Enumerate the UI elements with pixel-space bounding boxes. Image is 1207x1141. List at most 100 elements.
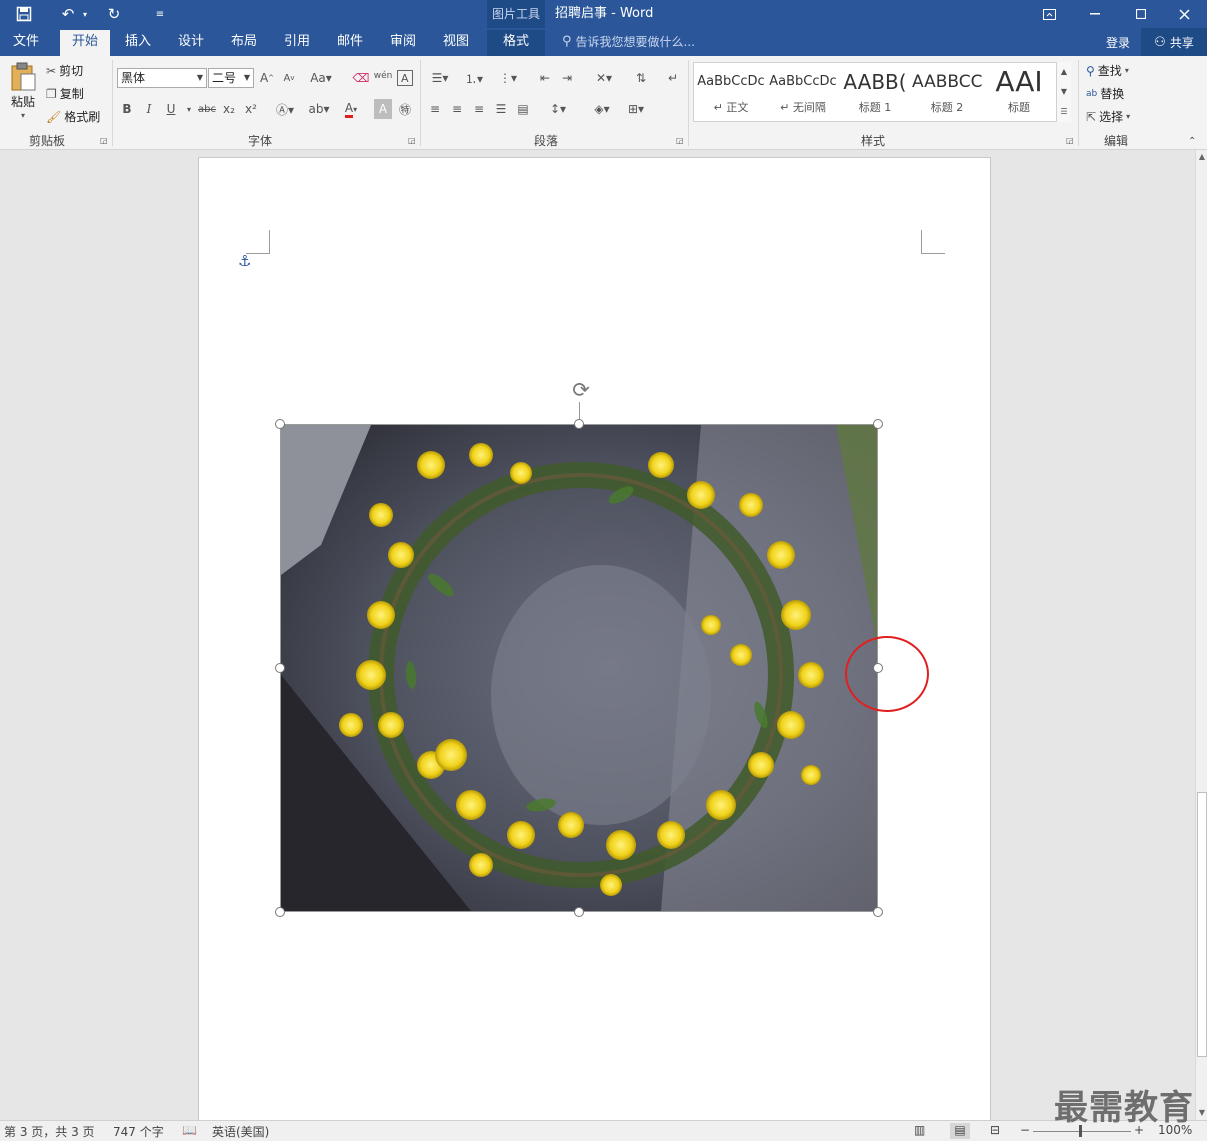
tab-mailings[interactable]: 邮件 [326,30,374,56]
ribbon-display-icon[interactable] [1026,0,1072,28]
zoom-slider[interactable] [1033,1131,1131,1132]
save-icon[interactable] [12,4,36,24]
resize-handle-top-left[interactable] [275,419,285,429]
tell-me-box[interactable]: ⚲ 告诉我您想要做什么... [562,33,695,50]
sign-in-link[interactable]: 登录 [1106,34,1130,51]
superscript-button[interactable]: x² [242,99,260,119]
close-icon[interactable] [1161,0,1207,28]
tab-picture-format[interactable]: 格式 [487,30,545,56]
maximize-icon[interactable] [1118,0,1164,28]
chevron-down-icon[interactable]: ▼ [1057,82,1071,102]
style-no-spacing[interactable]: AaBbCcDc ↵ 无间隔 [768,65,838,119]
dialog-launcher-icon[interactable]: ◲ [408,136,416,145]
shading-icon[interactable]: ◈▾ [588,99,616,119]
change-case-icon[interactable]: Aa▾ [308,68,334,88]
scrollbar-thumb[interactable] [1197,792,1207,1057]
chevron-up-icon[interactable]: ▲ [1057,62,1071,82]
align-left-icon[interactable]: ≡ [426,99,444,119]
line-spacing-icon[interactable]: ↕▾ [544,99,572,119]
resize-handle-top-right[interactable] [873,419,883,429]
dialog-launcher-icon[interactable]: ◲ [1066,136,1074,145]
distribute-icon[interactable]: ▤ [514,99,532,119]
style-normal[interactable]: AaBbCcDc ↵ 正文 [696,65,766,119]
resize-handle-bottom-right[interactable] [873,907,883,917]
tab-insert[interactable]: 插入 [114,30,162,56]
tab-file[interactable]: 文件 [2,30,50,56]
tab-home[interactable]: 开始 [60,30,110,56]
paste-dropdown-icon[interactable]: ▾ [21,111,25,120]
enclose-characters-icon[interactable]: ㊕ [396,99,414,119]
customize-icon[interactable]: ≡ [150,4,170,24]
vertical-scrollbar[interactable]: ▲ ▼ [1195,150,1207,1120]
decrease-indent-icon[interactable]: ⇤ [536,68,554,88]
selected-picture[interactable] [280,424,878,912]
font-name-select[interactable]: 黑体 ▼ [117,68,207,88]
undo-icon[interactable]: ↶ [56,4,80,24]
tab-view[interactable]: 视图 [432,30,480,56]
font-size-select[interactable]: 二号 ▼ [208,68,254,88]
sort-icon[interactable]: ⇅ [632,68,650,88]
subscript-button[interactable]: x₂ [220,99,238,119]
print-layout-icon[interactable]: ▤ [950,1123,970,1139]
align-right-icon[interactable]: ≡ [470,99,488,119]
collapse-ribbon-icon[interactable]: ⌃ [1188,136,1196,147]
share-button[interactable]: ⚇ 共享 [1141,28,1207,56]
redo-icon[interactable]: ↻ [102,4,126,24]
replace-button[interactable]: ab 替换 [1086,85,1124,102]
bullets-icon[interactable]: ☰▾ [426,68,454,88]
paste-button[interactable]: 粘贴 ▾ [6,62,40,120]
highlight-color-icon[interactable]: ab▾ [306,99,332,119]
tab-references[interactable]: 引用 [273,30,321,56]
justify-icon[interactable]: ☰ [492,99,510,119]
style-heading-1[interactable]: AABB( 标题 1 [840,65,910,119]
increase-indent-icon[interactable]: ⇥ [558,68,576,88]
clear-formatting-icon[interactable]: ⌫ [352,68,370,88]
underline-button[interactable]: U [162,99,180,119]
align-center-icon[interactable]: ≡ [448,99,466,119]
dialog-launcher-icon[interactable]: ◲ [676,136,684,145]
copy-button[interactable]: ❐ 复制 [46,85,84,102]
select-button[interactable]: ⇱ 选择 ▾ [1086,108,1130,125]
multilevel-list-icon[interactable]: ⋮▾ [494,68,522,88]
resize-handle-bottom-left[interactable] [275,907,285,917]
character-border-icon[interactable]: A [396,68,414,88]
grow-font-icon[interactable]: A ^ [258,68,276,88]
zoom-out-icon[interactable]: − [1020,1123,1030,1137]
cut-button[interactable]: ✂ 剪切 [46,62,83,79]
find-button[interactable]: ⚲ 查找 ▾ [1086,62,1129,79]
strikethrough-button[interactable]: abc [196,99,218,119]
tab-layout[interactable]: 布局 [220,30,268,56]
italic-button[interactable]: I [140,99,158,119]
resize-handle-top[interactable] [574,419,584,429]
scroll-down-icon[interactable]: ▼ [1196,1106,1207,1120]
style-heading-2[interactable]: AABBCC 标题 2 [912,65,982,119]
style-title[interactable]: AAI 标题 [984,65,1054,119]
character-shading-icon[interactable]: A [374,99,392,119]
chinese-layout-icon[interactable]: ✕▾ [590,68,618,88]
proofing-icon[interactable]: 📖 [182,1123,197,1137]
scroll-up-icon[interactable]: ▲ [1196,150,1207,164]
page-count[interactable]: 第 3 页，共 3 页 [4,1123,95,1140]
shrink-font-icon[interactable]: Av [280,68,298,88]
word-count[interactable]: 747 个字 [113,1123,164,1140]
web-layout-icon[interactable]: ⊟ [990,1123,1000,1137]
dialog-launcher-icon[interactable]: ◲ [100,136,108,145]
show-marks-icon[interactable]: ↵ [664,68,682,88]
resize-handle-left[interactable] [275,663,285,673]
font-color-icon[interactable]: A ▾ [338,99,364,119]
text-effects-icon[interactable]: Ⓐ▾ [272,99,298,119]
gallery-more-icon[interactable]: ☰ [1057,102,1071,122]
rotate-handle-icon[interactable]: ⟳ [568,377,594,403]
undo-dropdown-icon[interactable]: ▾ [80,4,90,24]
numbering-icon[interactable]: ⒈▾ [460,68,488,88]
borders-icon[interactable]: ⊞▾ [622,99,650,119]
minimize-icon[interactable] [1072,0,1118,28]
tab-review[interactable]: 审阅 [379,30,427,56]
resize-handle-bottom[interactable] [574,907,584,917]
phonetic-guide-icon[interactable]: wén [374,66,393,86]
tab-design[interactable]: 设计 [167,30,215,56]
bold-button[interactable]: B [118,99,136,119]
format-painter-button[interactable]: 🖌 格式刷 [46,108,100,125]
language-status[interactable]: 英语(美国) [212,1123,269,1140]
read-mode-icon[interactable]: ▥ [914,1123,925,1137]
